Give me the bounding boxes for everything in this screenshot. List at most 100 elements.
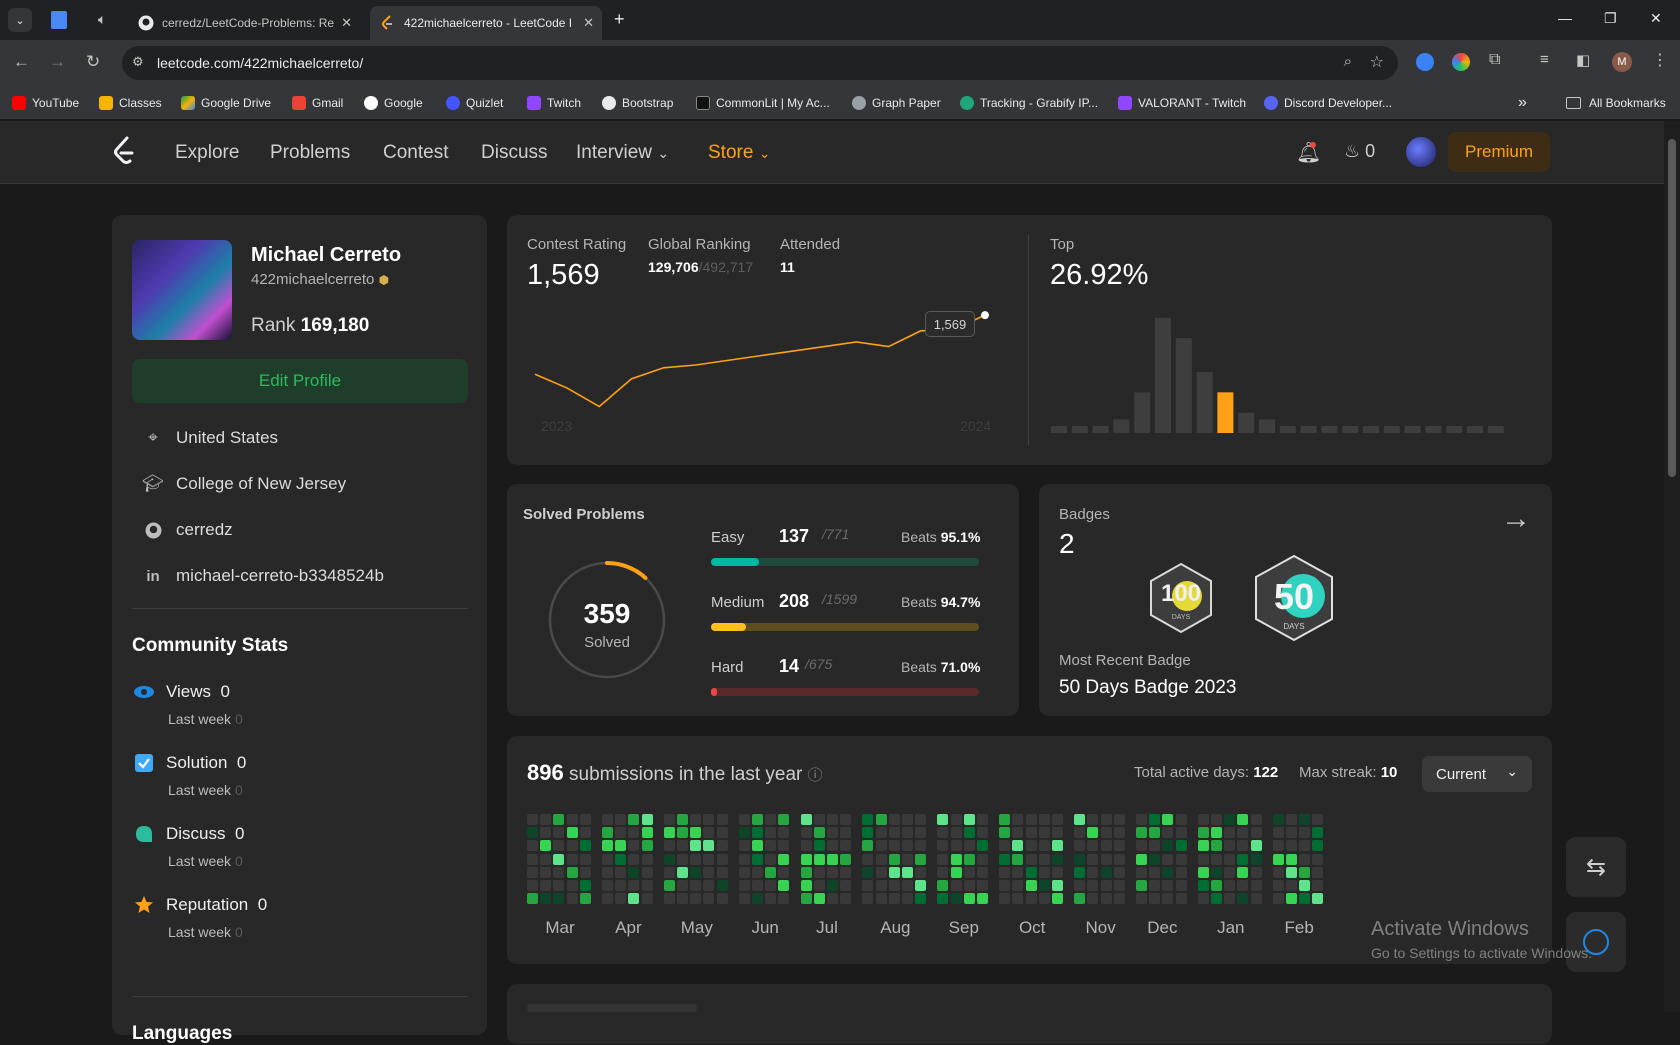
heatmap-cell[interactable]: [813, 853, 825, 865]
heatmap-cell[interactable]: [738, 880, 750, 891]
heatmap-cell[interactable]: [1087, 814, 1099, 825]
heatmap-cell[interactable]: [1100, 814, 1112, 825]
heatmap-cell[interactable]: [527, 840, 538, 852]
heatmap-cell[interactable]: [840, 880, 852, 891]
nav-problems[interactable]: Problems: [270, 142, 350, 164]
floating-switch-button[interactable]: ⇆: [1566, 837, 1626, 897]
heatmap-cell[interactable]: [778, 880, 790, 891]
heatmap-cell[interactable]: [641, 893, 653, 905]
heatmap-cell[interactable]: [1237, 814, 1249, 825]
bookmark-grabify[interactable]: Tracking - Grabify IP...: [960, 92, 1098, 114]
heatmap-cell[interactable]: [902, 866, 913, 878]
heatmap-cell[interactable]: [1087, 893, 1099, 905]
heatmap-cell[interactable]: [602, 880, 613, 891]
heatmap-cell[interactable]: [1162, 827, 1174, 839]
heatmap-cell[interactable]: [888, 853, 900, 865]
heatmap-cell[interactable]: [875, 893, 887, 905]
heatmap-cell[interactable]: [663, 866, 675, 878]
heatmap-cell[interactable]: [963, 853, 975, 865]
heatmap-cell[interactable]: [1312, 827, 1324, 839]
heatmap-cell[interactable]: [677, 866, 688, 878]
heatmap-cell[interactable]: [752, 853, 763, 865]
heatmap-cell[interactable]: [765, 880, 777, 891]
heatmap-cell[interactable]: [1113, 814, 1125, 825]
page-scrollbar[interactable]: [1664, 121, 1680, 1012]
heatmap-cell[interactable]: [716, 880, 728, 891]
heatmap-cell[interactable]: [915, 853, 927, 865]
heatmap-cell[interactable]: [1162, 880, 1174, 891]
heatmap-cell[interactable]: [977, 840, 988, 852]
heatmap-cell[interactable]: [703, 853, 715, 865]
bookmark-google[interactable]: Google: [364, 92, 423, 114]
heatmap-cell[interactable]: [677, 840, 688, 852]
heatmap-cell[interactable]: [999, 853, 1011, 865]
avatar[interactable]: M: [1612, 52, 1632, 72]
heatmap-cell[interactable]: [1175, 814, 1187, 825]
heatmap-cell[interactable]: [1224, 866, 1236, 878]
heatmap-cell[interactable]: [950, 893, 962, 905]
heatmap-cell[interactable]: [1272, 880, 1284, 891]
heatmap-cell[interactable]: [527, 853, 538, 865]
heatmap-cell[interactable]: [778, 814, 790, 825]
heatmap-cell[interactable]: [813, 840, 825, 852]
heatmap-cell[interactable]: [1224, 880, 1236, 891]
heatmap-cell[interactable]: [602, 866, 613, 878]
heatmap-cell[interactable]: [827, 814, 838, 825]
heatmap-cell[interactable]: [963, 827, 975, 839]
heatmap-cell[interactable]: [1025, 893, 1037, 905]
heatmap-cell[interactable]: [579, 814, 591, 825]
streak-counter[interactable]: ♨︎ 0: [1344, 141, 1375, 162]
heatmap-cell[interactable]: [1087, 866, 1099, 878]
info-icon[interactable]: ⓘ: [808, 767, 823, 784]
heatmap-cell[interactable]: [1012, 840, 1024, 852]
heatmap-cell[interactable]: [527, 893, 538, 905]
heatmap-cell[interactable]: [937, 880, 949, 891]
heatmap-cell[interactable]: [1025, 866, 1037, 878]
heatmap-cell[interactable]: [677, 893, 688, 905]
heatmap-cell[interactable]: [641, 814, 653, 825]
heatmap-cell[interactable]: [579, 866, 591, 878]
heatmap-cell[interactable]: [977, 853, 988, 865]
heatmap-cell[interactable]: [566, 814, 578, 825]
back-icon[interactable]: ←: [13, 52, 30, 72]
nav-interview[interactable]: Interview ⌄: [576, 142, 669, 164]
heatmap-cell[interactable]: [1074, 827, 1086, 839]
heatmap-cell[interactable]: [1237, 840, 1249, 852]
heatmap-cell[interactable]: [862, 840, 874, 852]
heatmap-cell[interactable]: [800, 880, 812, 891]
heatmap-cell[interactable]: [690, 880, 702, 891]
heatmap-cell[interactable]: [553, 893, 565, 905]
close-icon[interactable]: ✕: [583, 15, 594, 31]
heatmap-cell[interactable]: [1074, 853, 1086, 865]
heatmap-cell[interactable]: [628, 893, 640, 905]
nav-store[interactable]: Store ⌄: [708, 142, 770, 164]
heatmap-cell[interactable]: [1175, 880, 1187, 891]
heatmap-cell[interactable]: [813, 866, 825, 878]
heatmap-cell[interactable]: [902, 814, 913, 825]
heatmap-cell[interactable]: [738, 827, 750, 839]
heatmap-cell[interactable]: [628, 827, 640, 839]
heatmap-cell[interactable]: [1211, 840, 1222, 852]
heatmap-cell[interactable]: [1074, 880, 1086, 891]
heatmap-cell[interactable]: [937, 893, 949, 905]
heatmap-cell[interactable]: [1100, 893, 1112, 905]
heatmap-cell[interactable]: [1100, 853, 1112, 865]
heatmap-cell[interactable]: [1250, 880, 1262, 891]
heatmap-cell[interactable]: [690, 866, 702, 878]
heatmap-cell[interactable]: [1087, 827, 1099, 839]
heatmap-cell[interactable]: [778, 840, 790, 852]
heatmap-cell[interactable]: [1012, 866, 1024, 878]
heatmap-cell[interactable]: [1025, 880, 1037, 891]
heatmap-cell[interactable]: [553, 880, 565, 891]
heatmap-cell[interactable]: [902, 853, 913, 865]
heatmap-cell[interactable]: [703, 814, 715, 825]
heatmap-cell[interactable]: [628, 866, 640, 878]
heatmap-cell[interactable]: [1250, 893, 1262, 905]
heatmap-cell[interactable]: [540, 827, 552, 839]
heatmap-cell[interactable]: [641, 866, 653, 878]
heatmap-cell[interactable]: [778, 827, 790, 839]
heatmap-cell[interactable]: [765, 840, 777, 852]
heatmap-cell[interactable]: [827, 853, 838, 865]
heatmap-cell[interactable]: [752, 893, 763, 905]
heatmap-cell[interactable]: [888, 840, 900, 852]
